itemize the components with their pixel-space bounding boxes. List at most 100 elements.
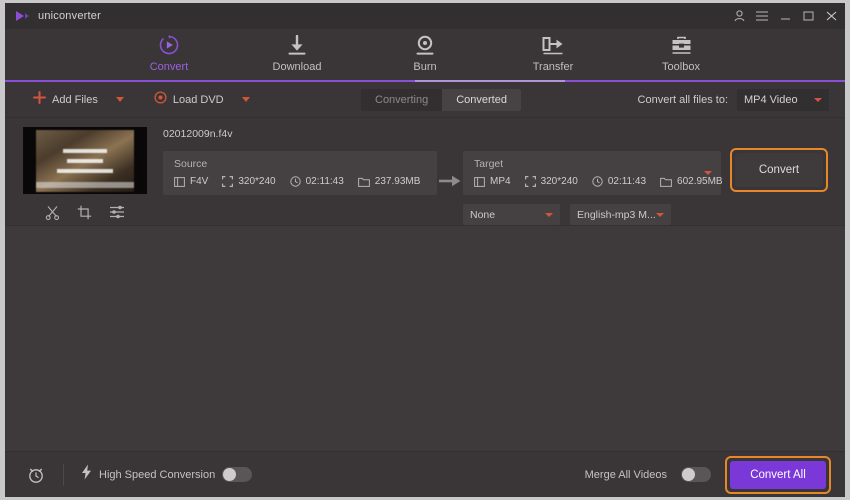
brand-name: uniconverter — [38, 10, 101, 22]
nav-item-toolbox[interactable]: Toolbox — [638, 34, 724, 73]
chevron-down-icon[interactable] — [241, 97, 250, 102]
play-triangle-logo-icon — [15, 9, 31, 23]
folder-icon — [357, 177, 370, 187]
target-meta-row: MP4 320*240 02:11:43 602.95MB — [474, 176, 723, 187]
source-format-value: F4V — [190, 176, 209, 187]
output-format-select[interactable]: MP4 Video — [737, 89, 829, 111]
source-duration-value: 02:11:43 — [305, 176, 344, 187]
load-dvd-button[interactable]: Load DVD — [154, 90, 250, 109]
target-duration-value: 02:11:43 — [607, 176, 647, 187]
source-size-value: 237.93MB — [374, 176, 421, 187]
video-thumbnail[interactable] — [23, 127, 147, 194]
nav-label: Burn — [413, 61, 437, 73]
nav-item-transfer[interactable]: Transfer — [510, 34, 596, 73]
target-resolution-value: 320*240 — [540, 176, 578, 187]
sub-selects: None English-mp3 M... — [463, 204, 845, 225]
thumb-text-line — [57, 168, 113, 173]
burn-disc-icon — [415, 34, 435, 56]
source-resolution: 320*240 — [222, 176, 276, 187]
add-files-button[interactable]: Add Files — [33, 90, 124, 109]
conversion-arrow-icon — [437, 151, 463, 187]
source-card[interactable]: Source F4V 320*240 02:11:43 237.93MB — [163, 151, 437, 195]
thumbnail-image — [36, 129, 134, 192]
convert-all-button-highlight: Convert All — [725, 455, 831, 494]
thumb-text-line — [63, 148, 107, 153]
nav-label: Transfer — [532, 61, 574, 73]
application-window: uniconverter Convert Download Burn Trans… — [5, 3, 845, 497]
target-card[interactable]: Target MP4 320*240 02:11:43 602.95MB — [463, 151, 723, 195]
chevron-down-icon[interactable] — [704, 171, 712, 175]
clock-icon — [592, 176, 603, 187]
footer-divider — [63, 463, 64, 486]
download-arrow-icon — [287, 34, 307, 56]
nav-label: Download — [272, 61, 322, 73]
title-bar: uniconverter — [5, 3, 845, 29]
resolution-icon — [524, 176, 536, 187]
source-title: Source — [174, 158, 208, 170]
source-meta-row: F4V 320*240 02:11:43 237.93MB — [174, 176, 426, 187]
target-resolution: 320*240 — [524, 176, 578, 187]
toggle-knob — [682, 468, 695, 481]
transfer-device-icon — [542, 34, 564, 56]
alarm-clock-icon[interactable] — [27, 466, 45, 484]
minimize-icon[interactable] — [779, 9, 791, 23]
chevron-down-icon[interactable] — [115, 97, 124, 102]
merge-all-videos-toggle[interactable] — [681, 467, 711, 482]
account-icon[interactable] — [733, 9, 745, 23]
audio-track-select[interactable]: English-mp3 M... — [570, 204, 671, 225]
trim-scissors-icon[interactable] — [45, 205, 60, 220]
thumb-text-line — [67, 158, 103, 163]
chevron-down-icon — [814, 98, 822, 102]
high-speed-conversion-toggle[interactable] — [222, 467, 253, 482]
nav-label: Convert — [149, 61, 189, 73]
tab-converting[interactable]: Converting — [361, 89, 443, 111]
format-icon — [174, 176, 185, 187]
chevron-down-icon — [656, 212, 664, 217]
file-row[interactable]: 02012009n.f4v Source F4V 320*240 02:11:4… — [5, 118, 845, 226]
menu-icon[interactable] — [756, 9, 768, 23]
output-format-value: MP4 Video — [744, 94, 798, 106]
convert-all-button[interactable]: Convert All — [730, 460, 826, 489]
nav-item-burn[interactable]: Burn — [382, 34, 468, 73]
status-tabs: Converting Converted — [361, 89, 521, 111]
close-icon[interactable] — [825, 9, 837, 23]
footer-bar: High Speed Conversion Merge All Videos C… — [5, 451, 845, 497]
folder-icon — [660, 177, 672, 187]
target-size-value: 602.95MB — [677, 176, 723, 187]
crop-icon[interactable] — [77, 205, 92, 220]
footer-right-group: Merge All Videos Convert All — [585, 455, 831, 494]
add-files-label: Add Files — [52, 93, 98, 106]
maximize-icon[interactable] — [802, 9, 814, 23]
convert-all-format-group: Convert all files to: MP4 Video — [638, 82, 829, 118]
toolbox-icon — [671, 34, 692, 56]
audio-track-value: English-mp3 M... — [577, 208, 656, 221]
plus-icon — [33, 90, 46, 109]
tab-converted[interactable]: Converted — [442, 89, 521, 111]
main-navigation: Convert Download Burn Transfer Toolbox — [5, 29, 845, 82]
window-controls — [733, 3, 837, 29]
convert-circular-play-icon — [158, 34, 180, 56]
target-format-value: MP4 — [490, 176, 511, 187]
subtitle-value: None — [470, 208, 496, 221]
nav-item-convert[interactable]: Convert — [126, 34, 212, 73]
lightning-bolt-icon — [81, 464, 92, 485]
load-dvd-label: Load DVD — [172, 93, 224, 106]
target-format: MP4 — [474, 176, 511, 187]
effects-sliders-icon[interactable] — [109, 205, 125, 219]
chevron-down-icon — [545, 212, 553, 217]
source-resolution-value: 320*240 — [238, 176, 276, 187]
source-format: F4V — [174, 176, 208, 187]
high-speed-conversion-label: High Speed Conversion — [99, 468, 216, 481]
resolution-icon — [222, 176, 234, 187]
convert-button-highlight: Convert — [730, 148, 828, 192]
file-list: 02012009n.f4v Source F4V 320*240 02:11:4… — [5, 118, 845, 451]
toggle-knob — [223, 468, 237, 481]
high-speed-conversion-group: High Speed Conversion — [81, 464, 253, 485]
convert-button[interactable]: Convert — [735, 153, 823, 187]
format-icon — [474, 176, 485, 187]
nav-label: Toolbox — [662, 61, 700, 73]
subtitle-select[interactable]: None — [463, 204, 560, 225]
thumbnail-tools — [23, 200, 147, 224]
file-name: 02012009n.f4v — [163, 128, 233, 140]
nav-item-download[interactable]: Download — [254, 34, 340, 73]
